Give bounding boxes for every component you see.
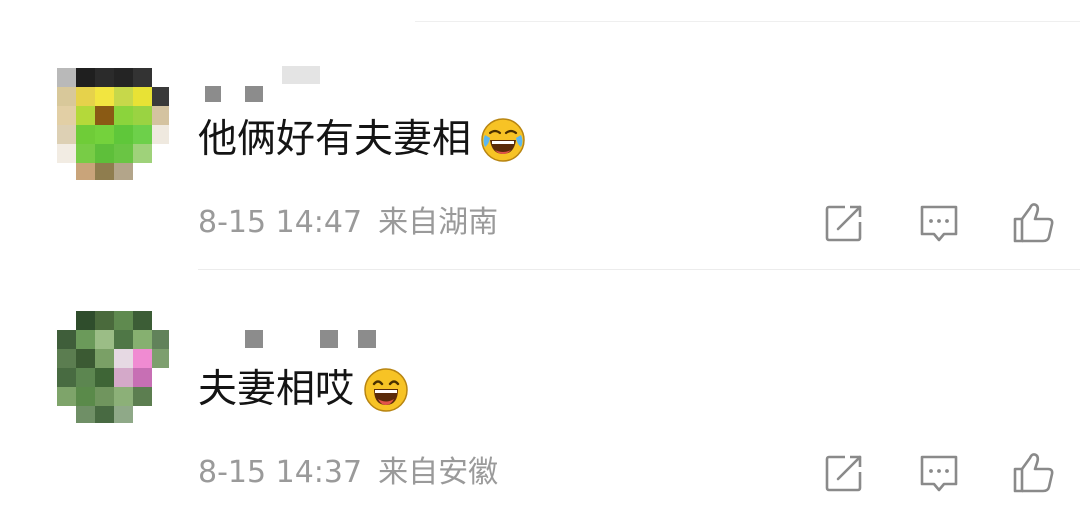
share-icon [825,455,862,492]
share-icon [825,205,862,242]
thumbs-up-icon [1013,203,1054,243]
comment-icon [920,455,958,492]
comment-text-content: 他俩好有夫妻相 [198,117,472,162]
comment-meta: 8-15 14:47 来自湖南 [198,204,498,242]
comment-item: 夫妻相哎 8-15 14:37 来自安徽 [0,245,1080,493]
comment-time: 8-15 14:47 [198,205,363,240]
reply-button[interactable] [914,448,964,498]
reply-button[interactable] [914,198,964,248]
laughing-tears-emoji [481,118,525,162]
thumbs-up-icon [1013,453,1054,493]
comment-location: 来自湖南 [378,205,499,240]
comment-text: 他俩好有夫妻相 [198,116,527,164]
comment-time: 8-15 14:37 [198,455,363,490]
comment-meta: 8-15 14:37 来自安徽 [198,454,498,492]
share-button[interactable] [819,198,869,248]
share-button[interactable] [819,448,869,498]
comment-icon [920,205,958,242]
comment-text: 夫妻相哎 [198,366,410,414]
avatar[interactable] [57,311,169,423]
big-laugh-emoji [364,368,408,412]
avatar[interactable] [57,68,169,180]
comment-item: 他俩好有夫妻相 8-15 14:47 来自湖南 [0,0,1080,243]
comment-location: 来自安徽 [378,455,499,490]
like-button[interactable] [1008,198,1058,248]
like-button[interactable] [1008,448,1058,498]
comment-text-content: 夫妻相哎 [198,367,355,412]
